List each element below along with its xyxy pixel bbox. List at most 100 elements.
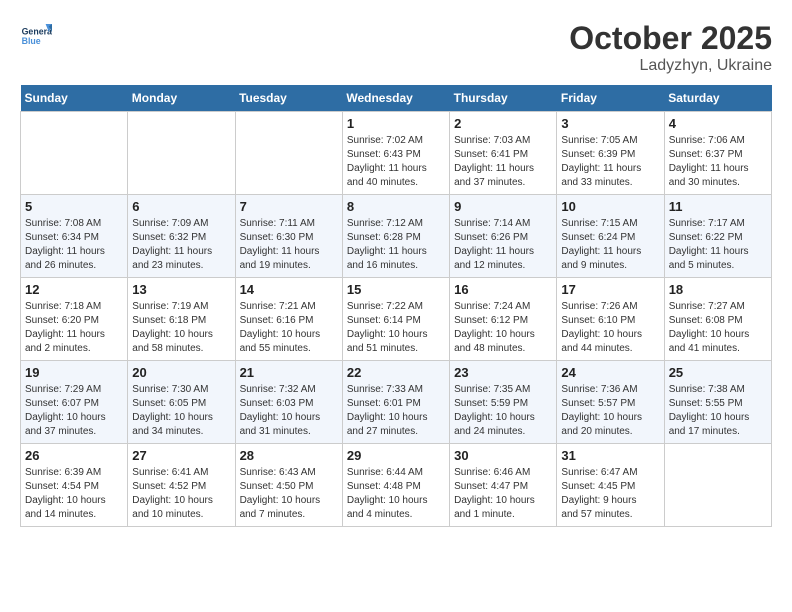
day-number: 10	[561, 199, 659, 214]
day-info: Sunrise: 6:47 AM Sunset: 4:45 PM Dayligh…	[561, 466, 659, 522]
day-number: 15	[347, 282, 445, 297]
calendar-cell: 25Sunrise: 7:38 AM Sunset: 5:55 PM Dayli…	[664, 361, 771, 444]
day-number: 25	[669, 365, 767, 380]
day-info: Sunrise: 7:03 AM Sunset: 6:41 PM Dayligh…	[454, 134, 552, 190]
day-number: 30	[454, 448, 552, 463]
weekday-header-sunday: Sunday	[21, 85, 128, 112]
day-number: 28	[240, 448, 338, 463]
title-block: October 2025 Ladyzhyn, Ukraine	[569, 20, 772, 75]
calendar-cell	[21, 112, 128, 195]
calendar-week-4: 19Sunrise: 7:29 AM Sunset: 6:07 PM Dayli…	[21, 361, 772, 444]
day-number: 12	[25, 282, 123, 297]
calendar-cell: 6 Sunrise: 7:09 AM Sunset: 6:32 PM Daylig…	[128, 195, 235, 278]
day-info: Sunrise: 7:14 AM Sunset: 6:26 PM Dayligh…	[454, 217, 552, 273]
day-info: Sunrise: 7:06 AM Sunset: 6:37 PM Dayligh…	[669, 134, 767, 190]
day-number: 8	[347, 199, 445, 214]
day-info: Sunrise: 7:15 AM Sunset: 6:24 PM Dayligh…	[561, 217, 659, 273]
day-info: Sunrise: 7:21 AM Sunset: 6:16 PM Dayligh…	[240, 300, 338, 356]
day-info: Sunrise: 7:27 AM Sunset: 6:08 PM Dayligh…	[669, 300, 767, 356]
day-number: 17	[561, 282, 659, 297]
calendar-cell: 7 Sunrise: 7:11 AM Sunset: 6:30 PM Daylig…	[235, 195, 342, 278]
day-info: Sunrise: 7:32 AM Sunset: 6:03 PM Dayligh…	[240, 383, 338, 439]
calendar-cell: 15 Sunrise: 7:22 AM Sunset: 6:14 PM Dayli…	[342, 278, 449, 361]
day-info: Sunrise: 7:11 AM Sunset: 6:30 PM Dayligh…	[240, 217, 338, 273]
weekday-header-row: SundayMondayTuesdayWednesdayThursdayFrid…	[21, 85, 772, 112]
day-info: Sunrise: 7:02 AM Sunset: 6:43 PM Dayligh…	[347, 134, 445, 190]
day-info: Sunrise: 7:22 AM Sunset: 6:14 PM Dayligh…	[347, 300, 445, 356]
calendar-week-2: 5 Sunrise: 7:08 AM Sunset: 6:34 PM Daylig…	[21, 195, 772, 278]
calendar-cell: 21 Sunrise: 7:32 AM Sunset: 6:03 PM Dayli…	[235, 361, 342, 444]
calendar-cell: 23 Sunrise: 7:35 AM Sunset: 5:59 PM Dayli…	[450, 361, 557, 444]
day-number: 27	[132, 448, 230, 463]
calendar-table: SundayMondayTuesdayWednesdayThursdayFrid…	[20, 85, 772, 527]
logo: General Blue	[20, 20, 52, 52]
day-number: 20	[132, 365, 230, 380]
calendar-cell: 12 Sunrise: 7:18 AM Sunset: 6:20 PM Dayli…	[21, 278, 128, 361]
calendar-cell: 19Sunrise: 7:29 AM Sunset: 6:07 PM Dayli…	[21, 361, 128, 444]
day-info: Sunrise: 7:33 AM Sunset: 6:01 PM Dayligh…	[347, 383, 445, 439]
day-number: 21	[240, 365, 338, 380]
day-info: Sunrise: 7:12 AM Sunset: 6:28 PM Dayligh…	[347, 217, 445, 273]
calendar-cell: 27 Sunrise: 6:41 AM Sunset: 4:52 PM Dayli…	[128, 444, 235, 527]
day-number: 9	[454, 199, 552, 214]
day-number: 1	[347, 116, 445, 131]
day-info: Sunrise: 7:08 AM Sunset: 6:34 PM Dayligh…	[25, 217, 123, 273]
day-info: Sunrise: 7:36 AM Sunset: 5:57 PM Dayligh…	[561, 383, 659, 439]
weekday-header-monday: Monday	[128, 85, 235, 112]
day-number: 14	[240, 282, 338, 297]
calendar-cell: 26Sunrise: 6:39 AM Sunset: 4:54 PM Dayli…	[21, 444, 128, 527]
calendar-cell: 16 Sunrise: 7:24 AM Sunset: 6:12 PM Dayli…	[450, 278, 557, 361]
day-number: 11	[669, 199, 767, 214]
page-header: General Blue October 2025 Ladyzhyn, Ukra…	[20, 20, 772, 75]
day-info: Sunrise: 7:35 AM Sunset: 5:59 PM Dayligh…	[454, 383, 552, 439]
day-number: 5	[25, 199, 123, 214]
day-info: Sunrise: 7:30 AM Sunset: 6:05 PM Dayligh…	[132, 383, 230, 439]
calendar-cell: 3 Sunrise: 7:05 AM Sunset: 6:39 PM Daylig…	[557, 112, 664, 195]
day-number: 16	[454, 282, 552, 297]
day-info: Sunrise: 6:41 AM Sunset: 4:52 PM Dayligh…	[132, 466, 230, 522]
weekday-header-saturday: Saturday	[664, 85, 771, 112]
calendar-cell: 4Sunrise: 7:06 AM Sunset: 6:37 PM Daylig…	[664, 112, 771, 195]
calendar-cell: 1 Sunrise: 7:02 AM Sunset: 6:43 PM Daylig…	[342, 112, 449, 195]
weekday-header-friday: Friday	[557, 85, 664, 112]
day-number: 19	[25, 365, 123, 380]
location: Ladyzhyn, Ukraine	[569, 57, 772, 75]
calendar-week-3: 12 Sunrise: 7:18 AM Sunset: 6:20 PM Dayli…	[21, 278, 772, 361]
calendar-cell: 13 Sunrise: 7:19 AM Sunset: 6:18 PM Dayli…	[128, 278, 235, 361]
calendar-cell: 29 Sunrise: 6:44 AM Sunset: 4:48 PM Dayli…	[342, 444, 449, 527]
calendar-cell: 17 Sunrise: 7:26 AM Sunset: 6:10 PM Dayli…	[557, 278, 664, 361]
calendar-cell: 28 Sunrise: 6:43 AM Sunset: 4:50 PM Dayli…	[235, 444, 342, 527]
day-info: Sunrise: 7:17 AM Sunset: 6:22 PM Dayligh…	[669, 217, 767, 273]
calendar-cell: 5 Sunrise: 7:08 AM Sunset: 6:34 PM Daylig…	[21, 195, 128, 278]
calendar-cell: 24Sunrise: 7:36 AM Sunset: 5:57 PM Dayli…	[557, 361, 664, 444]
day-info: Sunrise: 6:44 AM Sunset: 4:48 PM Dayligh…	[347, 466, 445, 522]
day-number: 23	[454, 365, 552, 380]
day-info: Sunrise: 7:26 AM Sunset: 6:10 PM Dayligh…	[561, 300, 659, 356]
day-info: Sunrise: 7:05 AM Sunset: 6:39 PM Dayligh…	[561, 134, 659, 190]
weekday-header-wednesday: Wednesday	[342, 85, 449, 112]
day-info: Sunrise: 7:24 AM Sunset: 6:12 PM Dayligh…	[454, 300, 552, 356]
calendar-cell: 18Sunrise: 7:27 AM Sunset: 6:08 PM Dayli…	[664, 278, 771, 361]
day-number: 2	[454, 116, 552, 131]
day-number: 29	[347, 448, 445, 463]
day-number: 6	[132, 199, 230, 214]
day-info: Sunrise: 7:19 AM Sunset: 6:18 PM Dayligh…	[132, 300, 230, 356]
calendar-cell: 2 Sunrise: 7:03 AM Sunset: 6:41 PM Daylig…	[450, 112, 557, 195]
day-info: Sunrise: 6:39 AM Sunset: 4:54 PM Dayligh…	[25, 466, 123, 522]
calendar-cell: 30 Sunrise: 6:46 AM Sunset: 4:47 PM Dayli…	[450, 444, 557, 527]
day-number: 3	[561, 116, 659, 131]
calendar-week-1: 1 Sunrise: 7:02 AM Sunset: 6:43 PM Daylig…	[21, 112, 772, 195]
day-info: Sunrise: 7:18 AM Sunset: 6:20 PM Dayligh…	[25, 300, 123, 356]
weekday-header-tuesday: Tuesday	[235, 85, 342, 112]
month-title: October 2025	[569, 20, 772, 57]
day-number: 13	[132, 282, 230, 297]
day-number: 7	[240, 199, 338, 214]
day-info: Sunrise: 6:46 AM Sunset: 4:47 PM Dayligh…	[454, 466, 552, 522]
day-info: Sunrise: 6:43 AM Sunset: 4:50 PM Dayligh…	[240, 466, 338, 522]
logo-icon: General Blue	[20, 20, 52, 52]
calendar-cell: 22Sunrise: 7:33 AM Sunset: 6:01 PM Dayli…	[342, 361, 449, 444]
calendar-cell: 11 Sunrise: 7:17 AM Sunset: 6:22 PM Dayli…	[664, 195, 771, 278]
calendar-cell	[235, 112, 342, 195]
day-info: Sunrise: 7:09 AM Sunset: 6:32 PM Dayligh…	[132, 217, 230, 273]
calendar-week-5: 26Sunrise: 6:39 AM Sunset: 4:54 PM Dayli…	[21, 444, 772, 527]
